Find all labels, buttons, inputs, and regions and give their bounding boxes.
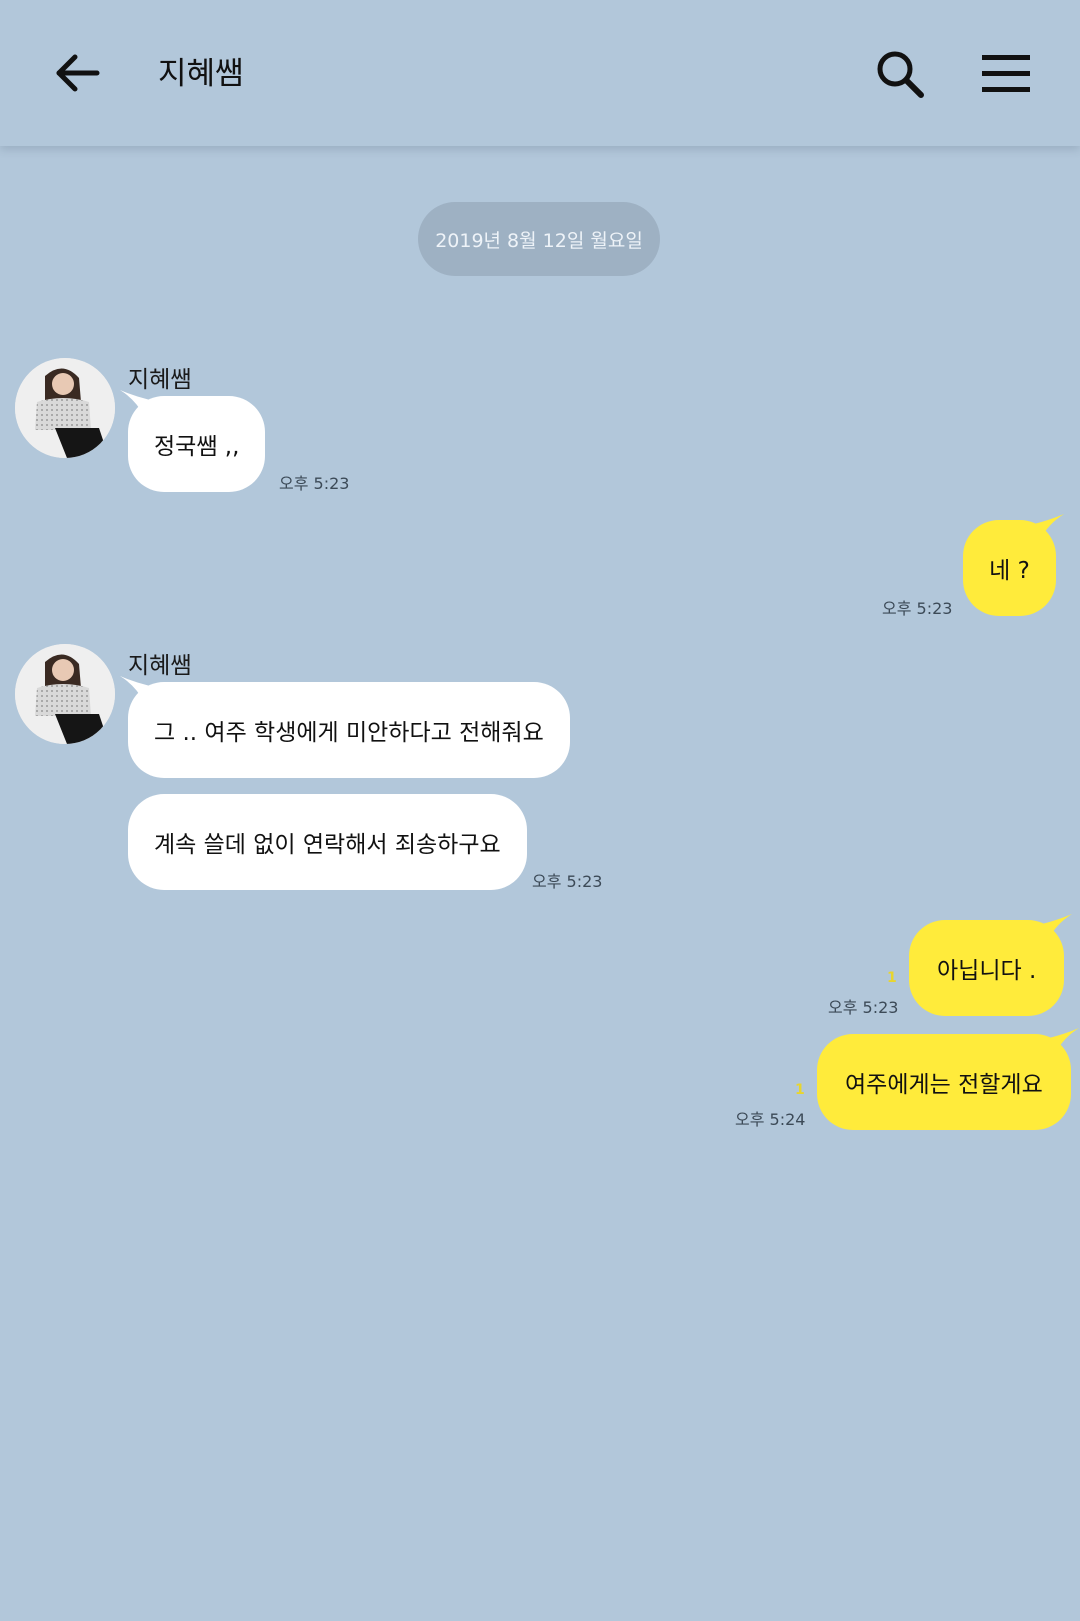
message-time: 오후 5:23 [882, 599, 953, 618]
bubble-tail [1048, 1028, 1079, 1054]
message-time: 오후 5:24 [735, 1110, 806, 1129]
message-bubble-received[interactable]: 정국쌤 ,, [120, 390, 266, 492]
hamburger-menu-icon [982, 55, 1030, 92]
message-text: 네 ? [989, 558, 1030, 584]
message-bubble-sent[interactable]: 네 ? [963, 514, 1064, 616]
search-button[interactable] [862, 36, 938, 112]
bubble-tail [1034, 514, 1064, 540]
sender-name: 지혜쌤 [128, 367, 192, 393]
message-text: 계속 쓸데 없이 연락해서 죄송하구요 [154, 832, 501, 858]
unread-count: 1 [795, 1082, 805, 1098]
message-text: 그 .. 여주 학생에게 미안하다고 전해줘요 [154, 720, 544, 746]
message-bubble-sent[interactable]: 아닙니다 . [909, 914, 1073, 1016]
message-text: 정국쌤 ,, [154, 434, 240, 460]
bubble-tail [120, 390, 150, 416]
avatar[interactable] [15, 644, 115, 744]
message-bubble-sent[interactable]: 여주에게는 전할게요 [817, 1028, 1079, 1130]
message-time: 오후 5:23 [828, 998, 899, 1017]
profile-photo-icon [15, 358, 115, 458]
arrow-left-icon [56, 54, 100, 92]
message-time: 오후 5:23 [279, 474, 350, 493]
back-button[interactable] [40, 36, 114, 110]
chat-header: 지혜쌤 [0, 0, 1080, 146]
message-time: 오후 5:23 [532, 872, 603, 891]
sender-name: 지혜쌤 [128, 653, 192, 679]
unread-count: 1 [887, 970, 897, 986]
profile-photo-icon [15, 644, 115, 744]
bubble-tail [1042, 914, 1073, 940]
date-divider: 2019년 8월 12일 월요일 [418, 202, 660, 276]
message-text: 아닙니다 . [937, 958, 1037, 984]
message-bubble-received[interactable]: 계속 쓸데 없이 연락해서 죄송하구요 [128, 794, 527, 890]
avatar[interactable] [15, 358, 115, 458]
bubble-tail [120, 676, 150, 702]
search-icon [877, 51, 924, 98]
message-bubble-received[interactable]: 그 .. 여주 학생에게 미안하다고 전해줘요 [120, 676, 570, 778]
chat-title: 지혜쌤 [158, 56, 244, 92]
message-text: 여주에게는 전할게요 [845, 1072, 1043, 1098]
menu-button[interactable] [968, 36, 1044, 112]
